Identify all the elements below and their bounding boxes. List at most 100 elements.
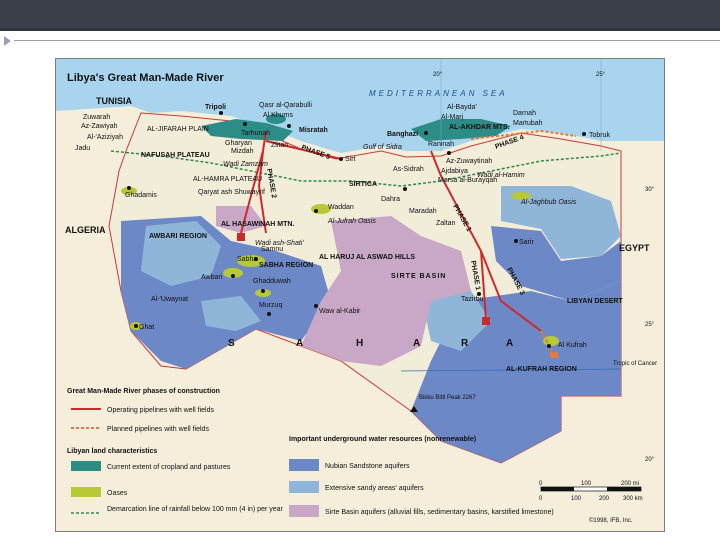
country-egypt: EGYPT xyxy=(619,243,650,253)
city-banghazi: Banghazi xyxy=(387,131,418,138)
map-title: Libya's Great Man-Made River xyxy=(67,72,224,84)
copyright: ©1998, IFB, Inc. xyxy=(589,517,633,524)
wellfield-sarir xyxy=(482,317,490,325)
city-tarhunah: Tarhunah xyxy=(241,130,270,137)
city-qarabulli: Qasr al-Qarabulli xyxy=(259,102,312,109)
region-akhdar: AL-AKHDAR MTS. xyxy=(449,124,510,131)
city-zuwaytinah: Az-Zuwaytinah xyxy=(446,158,492,165)
city-zuwarah: Zuwarah xyxy=(83,114,110,121)
tropic-of-cancer: Tropic of Cancer xyxy=(613,361,657,367)
region-sabha: SABHA REGION xyxy=(259,262,313,269)
city-tripoli: Tripoli xyxy=(205,104,226,111)
city-kufrah: Al Kufrah xyxy=(558,342,587,349)
city-shuwayrif: Qaryat ash Shuwayrif xyxy=(198,189,265,196)
country-algeria: ALGERIA xyxy=(65,225,106,235)
city-tobruk: Tobruk xyxy=(589,132,611,139)
city-sidrah: As-Sidrah xyxy=(393,166,424,173)
legend-rainfall: Demarcation line of rainfall below 100 m… xyxy=(107,506,284,513)
city-jaghbub: Al-Jaghbub Oasis xyxy=(520,199,577,206)
legend-sandy-swatch xyxy=(289,481,319,493)
sahara-letter-2: A xyxy=(296,338,303,349)
city-uwaynat: Al-'Uwaynat xyxy=(151,296,188,303)
libya-map: Libya's Great Man-Made River MEDITERRANE… xyxy=(56,59,664,531)
city-mizdah: Mizdah xyxy=(231,148,254,155)
region-hasawinah: AL HASAWINAH MTN. xyxy=(221,221,294,228)
city-zaltan: Zaltan xyxy=(436,220,456,227)
city-maradah: Maradah xyxy=(409,208,437,215)
city-raninah: Raninah xyxy=(428,141,454,148)
sahara-letter-4: A xyxy=(413,338,420,349)
wadi-hamim: Wadi al-Hamim xyxy=(477,172,525,179)
region-awbari: AWBARI REGION xyxy=(149,233,207,240)
city-waw-kabir: Waw al-Kabir xyxy=(319,308,361,315)
legend-oases-swatch xyxy=(71,487,101,497)
lat-25-label: 25° xyxy=(645,322,655,328)
city-ghadduwah: Ghadduwah xyxy=(253,278,291,285)
legend-cropland-swatch xyxy=(71,461,101,471)
legend-gmr-title: Great Man-Made River phases of construct… xyxy=(67,388,220,395)
region-hamra: AL-HAMRA PLATEAU xyxy=(193,176,262,183)
city-ajdabiya: Ajdabiya xyxy=(441,168,468,175)
city-murzuq: Murzuq xyxy=(259,302,282,309)
city-zlitan: Zlitan xyxy=(271,142,288,149)
sahara-letter-5: R xyxy=(461,338,469,349)
slide-divider xyxy=(14,40,720,41)
scale-mi-100: 100 xyxy=(581,481,592,487)
legend-nubian-swatch xyxy=(289,459,319,471)
city-marj: Al-Marj xyxy=(441,114,464,121)
region-sirtica: SIRTICA xyxy=(349,181,377,188)
city-sabha: Sabha xyxy=(237,256,257,263)
wadi-zamzam: Wadi Zamzam xyxy=(223,161,268,168)
city-bayda: Al-Bayda' xyxy=(447,104,477,111)
legend-sirte-swatch xyxy=(289,505,319,517)
city-waddan: Waddan xyxy=(328,204,354,211)
legend-sandy: Extensive sandy areas' aquifers xyxy=(325,485,424,492)
legend-operating: Operating pipelines with well fields xyxy=(107,407,214,414)
slide-bullet-icon xyxy=(4,36,11,46)
scale-km-100: 100 xyxy=(571,496,582,502)
legend-sirte: Sirte Basin aquifers (alluvial fills, se… xyxy=(325,509,554,516)
city-gharyan: Gharyan xyxy=(225,140,252,147)
slide-top-bar xyxy=(0,0,720,28)
region-libyan-desert: LIBYAN DESERT xyxy=(567,298,623,305)
region-jifarah: AL-JIFARAH PLAIN xyxy=(147,126,209,133)
lon-25-label: 25° xyxy=(596,72,606,78)
city-martubah: Martubah xyxy=(513,120,543,127)
city-sirt: Sirt xyxy=(345,156,356,163)
city-dahra: Dahra xyxy=(381,196,400,203)
legend-planned: Planned pipelines with well fields xyxy=(107,426,209,433)
city-samnu: Samnu xyxy=(261,246,283,253)
sea-label: MEDITERRANEAN SEA xyxy=(369,89,508,98)
city-zawiyah: Az-Zawiyah xyxy=(81,123,118,130)
legend-oases: Oases xyxy=(107,490,128,497)
wellfield-hasawinah xyxy=(237,233,245,241)
bikku-bitti-peak: Bikku Bitti Peak 2267 xyxy=(419,395,476,401)
city-sarir: Sarir xyxy=(519,239,534,246)
city-aziziyah: Al-'Aziziyah xyxy=(87,134,123,141)
legend-water-title: Important underground water resources (n… xyxy=(289,436,476,443)
region-sirte-basin: SIRTE BASIN xyxy=(391,273,446,280)
sahara-letter-1: S xyxy=(228,338,235,349)
region-kufrah: AL-KUFRAH REGION xyxy=(506,366,577,373)
legend-cropland: Current extent of cropland and pastures xyxy=(107,464,231,471)
city-darnah: Darnah xyxy=(513,110,536,117)
lat-20-label: 20° xyxy=(645,457,655,463)
slide-top-rule xyxy=(0,28,720,31)
city-ghat: Ghat xyxy=(139,324,154,331)
scale-km-200: 200 xyxy=(599,496,610,502)
city-jadu: Jadu xyxy=(75,145,90,152)
city-khums: Al Khums xyxy=(263,112,293,119)
scale-bar xyxy=(540,486,642,492)
lon-20-label: 20° xyxy=(433,72,443,78)
gulf-label: Gulf of Sidra xyxy=(363,144,402,151)
wadi-shati: Wadi ash-Shati' xyxy=(255,240,304,247)
scale-km-300: 300 km xyxy=(623,496,643,502)
city-misratah: Misratah xyxy=(299,127,328,134)
region-nafusah: NAFUSAH PLATEAU xyxy=(141,152,210,159)
sahara-letter-6: A xyxy=(506,338,513,349)
city-tazirbu: Tazirbu xyxy=(461,296,484,303)
sahara-letter-3: H xyxy=(356,338,363,349)
scale-mi-200: 200 mi xyxy=(621,481,639,487)
region-haruj: AL HARUJ AL ASWAD HILLS xyxy=(319,254,415,261)
city-ghadamis: Ghadamis xyxy=(125,192,157,199)
